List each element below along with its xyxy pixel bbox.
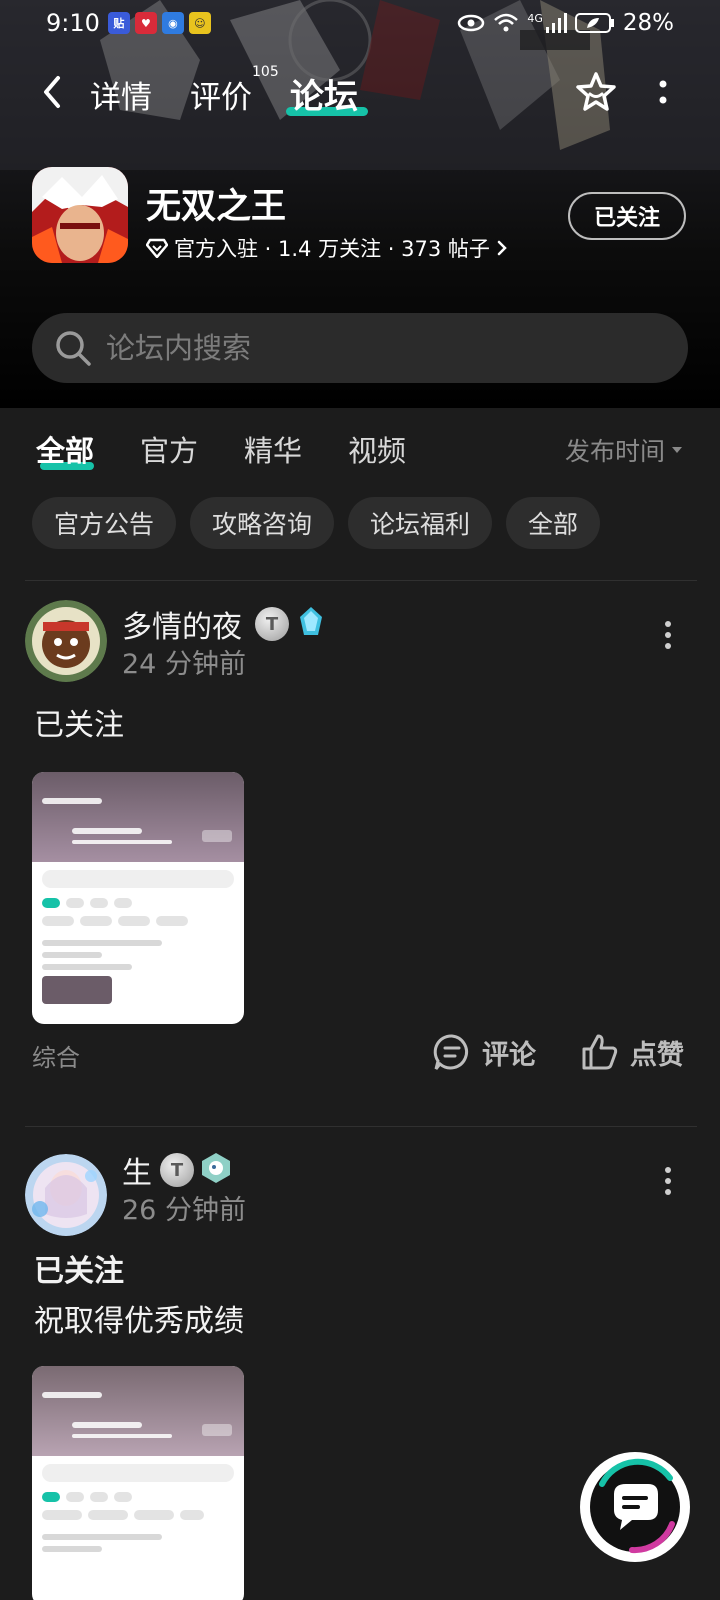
forum-search[interactable]	[32, 313, 688, 383]
divider	[25, 580, 697, 581]
search-input[interactable]	[106, 331, 626, 365]
post-image[interactable]	[32, 1366, 244, 1600]
eye-icon	[458, 14, 485, 32]
tab-forum[interactable]: 论坛	[290, 69, 358, 118]
filter-tabs: 全部 官方 精华 视频 发布时间	[0, 420, 720, 480]
game-meta-text: 官方入驻 · 1.4 万关注 · 373 帖子	[174, 237, 490, 261]
chip-official-announcement[interactable]: 官方公告	[32, 497, 177, 549]
reviews-count-badge: 105	[252, 64, 279, 80]
notification-app-icon: 贴	[107, 12, 130, 34]
caret-down-icon	[672, 447, 683, 453]
filter-tab-featured[interactable]: 精华	[244, 428, 302, 470]
avatar[interactable]	[25, 600, 107, 682]
wifi-icon	[494, 13, 519, 32]
battery-icon	[574, 13, 614, 33]
chip-forum-welfare[interactable]: 论坛福利	[348, 497, 493, 549]
post-body: 祝取得优秀成绩	[34, 1304, 244, 1339]
status-time: 9:10	[46, 9, 100, 37]
notification-heart-icon: ♥	[134, 12, 157, 34]
level-badge-icon: T	[255, 607, 289, 641]
post-image[interactable]	[32, 772, 244, 1024]
comment-icon	[433, 1034, 468, 1070]
thumbs-up-icon	[582, 1034, 618, 1070]
post-title: 已关注	[34, 708, 124, 743]
comment-button[interactable]: 评论	[432, 1032, 536, 1072]
chevron-right-icon	[497, 240, 507, 256]
tab-details[interactable]: 详情	[90, 72, 152, 117]
sort-dropdown[interactable]: 发布时间	[565, 432, 683, 468]
signal-icon	[545, 13, 567, 33]
notification-bulb-icon: ◉	[161, 12, 184, 34]
post-more-icon[interactable]	[656, 1164, 680, 1200]
like-button[interactable]: 点赞	[580, 1032, 684, 1072]
back-icon[interactable]	[36, 72, 70, 112]
battery-percent: 28%	[622, 10, 674, 36]
divider	[25, 1126, 697, 1127]
game-icon[interactable]	[32, 167, 128, 263]
sort-label: 发布时间	[565, 437, 666, 466]
post-category: 综合	[32, 1044, 80, 1072]
status-bar: 9:10 贴 ♥ ◉ ☺ 4G 28%	[0, 0, 720, 46]
post-title: 已关注	[34, 1254, 124, 1289]
game-title: 无双之王	[146, 187, 287, 227]
like-label: 点赞	[630, 1039, 684, 1071]
top-nav: 详情 评价 105 论坛	[0, 60, 720, 124]
crystal-badge-icon	[300, 607, 322, 635]
notification-face-icon: ☺	[188, 12, 211, 34]
post-username[interactable]: 多情的夜	[122, 602, 242, 646]
avatar[interactable]	[25, 1154, 107, 1236]
post-username[interactable]: 生	[122, 1148, 152, 1192]
follow-button[interactable]: 已关注	[568, 192, 686, 240]
post-time: 24 分钟前	[122, 649, 246, 680]
post-more-icon[interactable]	[656, 618, 680, 654]
post-time: 26 分钟前	[122, 1195, 246, 1226]
search-icon	[56, 331, 91, 366]
verified-diamond-icon	[146, 238, 168, 258]
star-icon[interactable]	[574, 70, 618, 114]
filter-tab-official[interactable]: 官方	[140, 428, 198, 470]
more-options-icon[interactable]	[648, 74, 678, 110]
filter-tab-video[interactable]: 视频	[348, 428, 406, 470]
network-type: 4G	[527, 11, 543, 25]
new-post-button[interactable]	[580, 1452, 690, 1562]
chip-strategy-help[interactable]: 攻略咨询	[190, 497, 335, 549]
chip-all[interactable]: 全部	[506, 497, 601, 549]
pet-badge-icon	[202, 1153, 230, 1183]
level-badge-icon: T	[160, 1153, 194, 1187]
comment-label: 评论	[482, 1039, 536, 1071]
game-header: 9:10 贴 ♥ ◉ ☺ 4G 28% 详情 评价 105 论坛 无双之王 官方…	[0, 0, 720, 408]
category-chips: 官方公告 攻略咨询 论坛福利 全部	[32, 497, 601, 549]
filter-tab-all[interactable]: 全部	[36, 428, 94, 470]
tab-reviews[interactable]: 评价	[190, 72, 252, 117]
chat-bubble-icon	[590, 1458, 680, 1554]
game-meta[interactable]: 官方入驻 · 1.4 万关注 · 373 帖子	[146, 233, 508, 263]
